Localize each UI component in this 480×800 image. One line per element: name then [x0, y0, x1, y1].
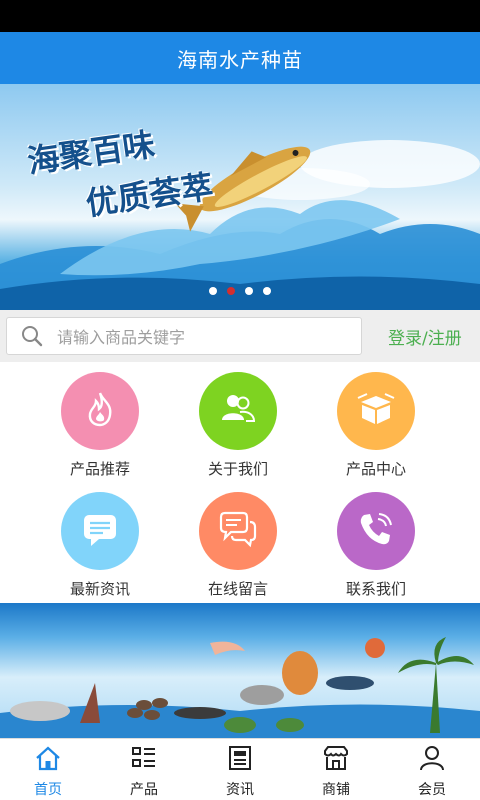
tab-label: 会员 [418, 782, 446, 798]
menu-icon-circle [199, 492, 277, 570]
menu-icon-circle [199, 372, 277, 450]
menu-label: 联系我们 [345, 580, 406, 598]
tab-store[interactable]: 商铺 [288, 739, 384, 800]
menu-item-online-message[interactable]: 在线留言 [168, 482, 308, 602]
tab-label: 资讯 [226, 782, 254, 798]
carousel-dot[interactable] [227, 287, 235, 295]
menu-icon-circle [61, 372, 139, 450]
menu-icon-circle [337, 492, 415, 570]
login-register-link[interactable]: 登录/注册 [388, 324, 462, 349]
menu-icon-circle [61, 492, 139, 570]
menu-item-latest-news[interactable]: 最新资讯 [30, 482, 170, 602]
menu-label: 最新资讯 [69, 580, 130, 598]
menu-item-product-center[interactable]: 产品中心 [306, 362, 446, 482]
store-icon [322, 745, 350, 775]
users-icon [217, 388, 259, 434]
tab-news[interactable]: 资讯 [192, 739, 288, 800]
message-icon [79, 508, 121, 554]
menu-label: 在线留言 [207, 580, 268, 598]
menu-label: 产品中心 [345, 460, 406, 478]
chat-icon [217, 508, 259, 554]
bottom-tab-bar: 首页 产品 资讯 商铺 会员 [0, 738, 480, 800]
search-placeholder: 请输入商品关键字 [57, 328, 186, 347]
carousel-dot[interactable] [209, 287, 217, 295]
tab-member[interactable]: 会员 [384, 739, 480, 800]
seafood-artwork [0, 637, 480, 738]
menu-item-contact-us[interactable]: 联系我们 [306, 482, 446, 602]
carousel-indicators [0, 287, 480, 295]
tab-label: 首页 [34, 782, 62, 798]
home-icon [34, 745, 62, 775]
grid-list-icon [130, 745, 158, 775]
menu-label: 关于我们 [207, 460, 268, 478]
menu-item-about-us[interactable]: 关于我们 [168, 362, 308, 482]
seafood-banner[interactable] [0, 603, 480, 738]
menu-label: 产品推荐 [69, 460, 130, 478]
carousel-dot[interactable] [245, 287, 253, 295]
flame-icon [81, 390, 119, 432]
search-input[interactable]: 请输入商品关键字 [6, 317, 362, 355]
search-icon [7, 317, 57, 355]
news-icon [226, 745, 254, 775]
user-icon [418, 745, 446, 775]
hero-banner[interactable]: 海聚百味 优质荟萃 [0, 84, 480, 310]
status-bar [0, 0, 480, 32]
page-title: 海南水产种苗 [177, 47, 303, 72]
carousel-dot[interactable] [263, 287, 271, 295]
tab-home[interactable]: 首页 [0, 739, 96, 800]
box-icon [355, 388, 397, 434]
tab-label: 商铺 [322, 782, 350, 798]
header: 海南水产种苗 [0, 32, 480, 84]
menu-icon-circle [337, 372, 415, 450]
search-row: 请输入商品关键字 登录/注册 [0, 310, 480, 362]
menu-item-product-recommend[interactable]: 产品推荐 [30, 362, 170, 482]
tab-label: 产品 [130, 782, 158, 798]
phone-icon [355, 508, 397, 554]
tab-products[interactable]: 产品 [96, 739, 192, 800]
feature-menu: 产品推荐 关于我们 产品中心 最新资讯 在线留言 联系我们 [0, 362, 480, 602]
